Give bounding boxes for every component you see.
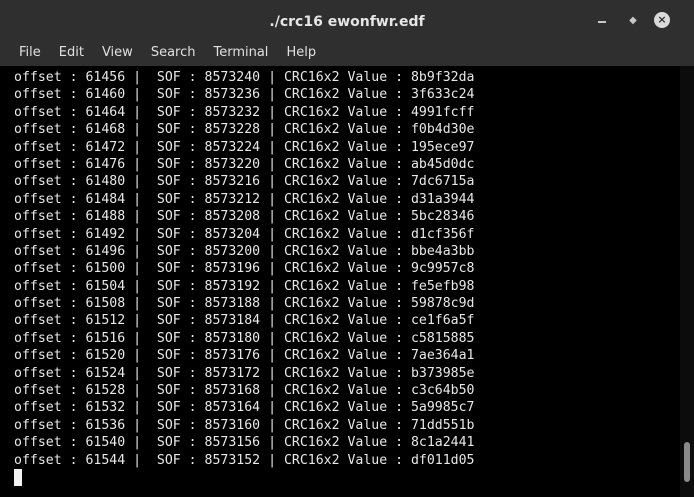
text-cursor — [14, 468, 22, 486]
terminal-line: offset : 61484 | SOF : 8573212 | CRC16x2… — [14, 191, 475, 207]
terminal-line: offset : 61456 | SOF : 8573240 | CRC16x2… — [14, 70, 475, 85]
terminal-line: offset : 61516 | SOF : 8573180 | CRC16x2… — [14, 330, 475, 346]
terminal-line: offset : 61464 | SOF : 8573232 | CRC16x2… — [14, 104, 475, 120]
close-icon[interactable]: × — [654, 12, 670, 28]
terminal-line: offset : 61472 | SOF : 8573224 | CRC16x2… — [14, 139, 475, 155]
terminal-line: offset : 61480 | SOF : 8573216 | CRC16x2… — [14, 174, 475, 190]
terminal-line: offset : 61536 | SOF : 8573160 | CRC16x2… — [14, 417, 475, 433]
scrollbar-thumb[interactable] — [684, 442, 690, 482]
maximize-icon[interactable]: ◆ — [625, 12, 641, 28]
terminal-line: offset : 61492 | SOF : 8573204 | CRC16x2… — [14, 226, 475, 242]
terminal-line: offset : 61540 | SOF : 8573156 | CRC16x2… — [14, 435, 475, 451]
terminal-window: ./crc16 ewonfwr.edf ◆ × File Edit View S… — [0, 0, 694, 497]
terminal-line: offset : 61476 | SOF : 8573220 | CRC16x2… — [14, 156, 475, 172]
menu-file[interactable]: File — [0, 40, 50, 66]
terminal-output[interactable]: offset : 61456 | SOF : 8573240 | CRC16x2… — [0, 66, 680, 497]
title-bar[interactable]: ./crc16 ewonfwr.edf ◆ × — [0, 0, 694, 40]
terminal-line: offset : 61544 | SOF : 8573152 | CRC16x2… — [14, 452, 475, 468]
prompt-line — [14, 468, 475, 486]
terminal-line: offset : 61520 | SOF : 8573176 | CRC16x2… — [14, 348, 475, 364]
terminal-line: offset : 61512 | SOF : 8573184 | CRC16x2… — [14, 313, 475, 329]
menu-terminal[interactable]: Terminal — [204, 40, 277, 66]
menu-bar: File Edit View Search Terminal Help — [0, 40, 694, 66]
window-title: ./crc16 ewonfwr.edf — [269, 14, 425, 30]
terminal-lines: offset : 61456 | SOF : 8573240 | CRC16x2… — [14, 69, 475, 486]
terminal-line: offset : 61504 | SOF : 8573192 | CRC16x2… — [14, 278, 475, 294]
terminal-line: offset : 61500 | SOF : 8573196 | CRC16x2… — [14, 261, 475, 277]
terminal-line: offset : 61508 | SOF : 8573188 | CRC16x2… — [14, 296, 475, 312]
terminal-line: offset : 61532 | SOF : 8573164 | CRC16x2… — [14, 400, 475, 416]
terminal-line: offset : 61460 | SOF : 8573236 | CRC16x2… — [14, 87, 475, 103]
menu-view[interactable]: View — [93, 40, 142, 66]
minimize-icon[interactable] — [594, 12, 610, 28]
terminal-line: offset : 61468 | SOF : 8573228 | CRC16x2… — [14, 122, 475, 138]
terminal-line: offset : 61524 | SOF : 8573172 | CRC16x2… — [14, 365, 475, 381]
terminal-line: offset : 61496 | SOF : 8573200 | CRC16x2… — [14, 243, 475, 259]
terminal-line: offset : 61528 | SOF : 8573168 | CRC16x2… — [14, 383, 475, 399]
terminal-line: offset : 61488 | SOF : 8573208 | CRC16x2… — [14, 209, 475, 225]
menu-help[interactable]: Help — [277, 40, 325, 66]
menu-edit[interactable]: Edit — [50, 40, 93, 66]
terminal-scrollbar[interactable] — [680, 66, 694, 497]
menu-search[interactable]: Search — [142, 40, 205, 66]
